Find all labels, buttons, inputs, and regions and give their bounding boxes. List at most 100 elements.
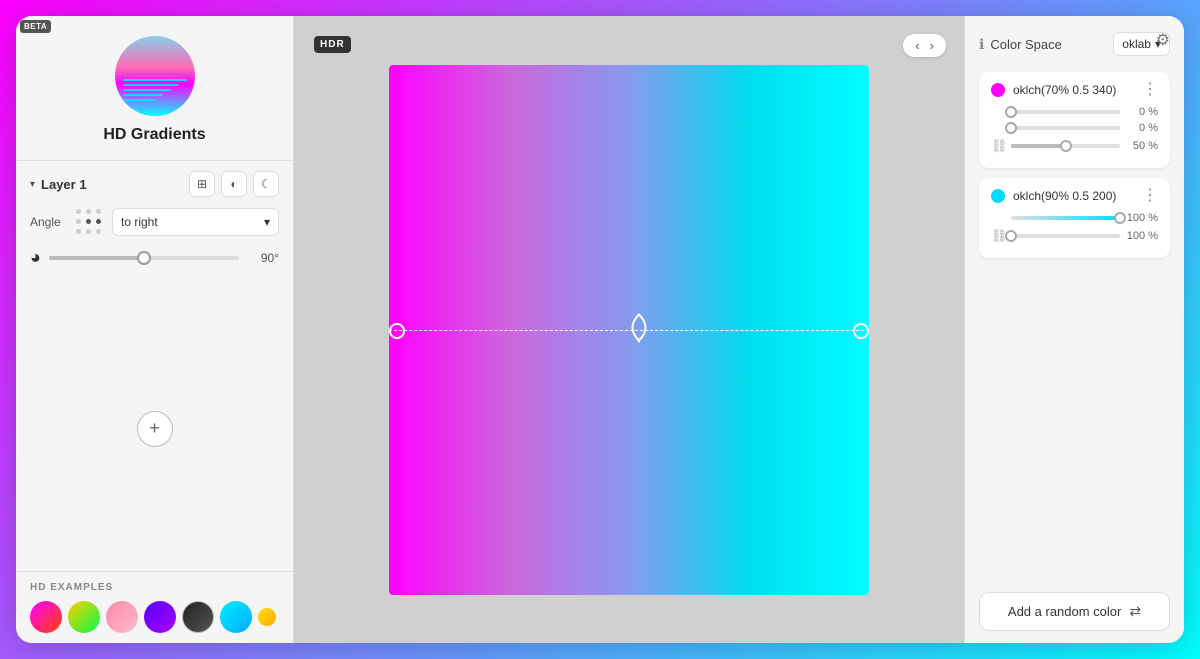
slider-value-1b: 0 %	[1126, 122, 1158, 134]
hdr-badge: HDR	[314, 36, 351, 53]
gradient-stop-right[interactable]	[853, 323, 869, 339]
example-circle-3[interactable]	[106, 601, 138, 633]
color-space-value: oklab	[1122, 37, 1151, 51]
right-panel: ⚙ ℹ Color Space oklab ▾ oklch(70% 0.5 34…	[964, 16, 1184, 643]
angle-label: Angle	[30, 215, 66, 229]
logo-lines	[123, 79, 187, 104]
dot-grid[interactable]	[74, 207, 104, 237]
dot-7	[76, 229, 81, 234]
examples-section: HD EXAMPLES	[16, 571, 293, 643]
slider-2b[interactable]	[1011, 234, 1120, 238]
slider-1a[interactable]	[1011, 110, 1120, 114]
layer-moon-icon[interactable]: ☾	[253, 171, 279, 197]
add-random-color-button[interactable]: Add a random color ⇄	[979, 592, 1170, 631]
app-logo	[115, 36, 195, 116]
color-space-label: Color Space	[990, 37, 1107, 52]
layer-chevron-icon[interactable]: ▾	[30, 179, 35, 190]
color-stop-2: oklch(90% 0.5 200) ⋮ 100 % ⛓ 100 %	[979, 178, 1170, 258]
direction-select[interactable]: to right ▾	[112, 208, 279, 236]
main-container: BETA HD Gradients ▾ Layer 1	[16, 16, 1184, 643]
slider-value-1c: 50 %	[1126, 140, 1158, 152]
info-icon[interactable]: ℹ	[979, 36, 984, 53]
slider-thumb-2a[interactable]	[1114, 212, 1126, 224]
layer-header: ▾ Layer 1 ⊞ ◐ ☾	[30, 171, 279, 197]
app-title: HD Gradients	[103, 126, 205, 144]
spacer	[979, 268, 1170, 592]
nav-prev-icon[interactable]: ‹	[913, 38, 921, 53]
add-color-label: Add a random color	[1008, 604, 1121, 619]
gear-icon[interactable]: ⚙	[1156, 30, 1170, 50]
slider-row-2b: ⛓ 100 %	[991, 228, 1158, 244]
midpoint-icon	[624, 312, 654, 342]
slider-value-1a: 0 %	[1126, 106, 1158, 118]
example-circle-2[interactable]	[68, 601, 100, 633]
angle-row: Angle to right ▾	[30, 207, 279, 237]
shuffle-icon: ⇄	[1129, 603, 1141, 620]
angle-slider-fill	[49, 256, 144, 260]
color-stop-1-header: oklch(70% 0.5 340) ⋮	[991, 82, 1158, 98]
slider-value-2a: 100 %	[1126, 212, 1158, 224]
slider-row-1b: 0 %	[991, 122, 1158, 134]
slider-thumb-1a[interactable]	[1005, 106, 1017, 118]
link-icon-2: ⛓	[991, 228, 1005, 244]
color-dot-1[interactable]	[991, 83, 1005, 97]
more-options-2[interactable]: ⋮	[1142, 188, 1158, 204]
color-value-1: oklch(70% 0.5 340)	[1013, 83, 1134, 97]
layer-title-row: ▾ Layer 1	[30, 177, 87, 192]
slider-1b[interactable]	[1011, 126, 1120, 130]
slider-2a[interactable]	[1011, 216, 1120, 220]
nav-arrows: ‹ ›	[903, 34, 946, 57]
slider-thumb-1b[interactable]	[1005, 122, 1017, 134]
angle-pie-icon: ◕	[30, 247, 41, 268]
direction-chevron-icon: ▾	[264, 215, 270, 229]
example-circle-5[interactable]	[182, 601, 214, 633]
color-value-2: oklch(90% 0.5 200)	[1013, 189, 1134, 203]
angle-slider-thumb[interactable]	[137, 251, 151, 265]
direction-value: to right	[121, 215, 158, 229]
slider-thumb-2b[interactable]	[1005, 230, 1017, 242]
angle-slider-track[interactable]	[49, 256, 239, 260]
slider-row-2a: 100 %	[991, 212, 1158, 224]
canvas-area: HDR ‹ ›	[294, 16, 964, 643]
logo-line-5	[123, 99, 156, 101]
slider-thumb-1c[interactable]	[1060, 140, 1072, 152]
color-space-row: ℹ Color Space oklab ▾	[979, 32, 1170, 56]
logo-line-3	[123, 89, 172, 91]
example-circle-6[interactable]	[220, 601, 252, 633]
logo-line-4	[123, 94, 164, 96]
layer-name: Layer 1	[41, 177, 87, 192]
color-dot-2[interactable]	[991, 189, 1005, 203]
color-stop-1: oklch(70% 0.5 340) ⋮ 0 % 0 %	[979, 72, 1170, 168]
sidebar: BETA HD Gradients ▾ Layer 1	[16, 16, 294, 643]
beta-badge: BETA	[20, 20, 51, 33]
angle-slider-row: ◕ 90°	[30, 247, 279, 268]
gradient-canvas[interactable]	[389, 65, 869, 595]
sidebar-header: HD Gradients	[16, 16, 293, 160]
gradient-stop-left[interactable]	[389, 323, 405, 339]
dot-4	[76, 219, 81, 224]
slider-row-1a: 0 %	[991, 106, 1158, 118]
nav-next-icon[interactable]: ›	[928, 38, 936, 53]
dot-9	[96, 229, 101, 234]
slider-1c[interactable]	[1011, 144, 1120, 148]
add-stop-button[interactable]: +	[137, 411, 173, 447]
example-circle-4[interactable]	[144, 601, 176, 633]
dot-8	[86, 229, 91, 234]
add-stop-area: +	[16, 286, 293, 571]
dot-3	[96, 209, 101, 214]
link-icon-1: ⛓	[991, 138, 1005, 154]
layer-section: ▾ Layer 1 ⊞ ◐ ☾ Angle	[16, 160, 293, 286]
dot-6-right	[96, 219, 101, 224]
example-circle-7[interactable]	[258, 608, 276, 626]
dot-5-center	[86, 219, 91, 224]
example-circle-1[interactable]	[30, 601, 62, 633]
layer-grid-icon[interactable]: ⊞	[189, 171, 215, 197]
layer-circle-icon[interactable]: ◐	[221, 171, 247, 197]
layer-icons: ⊞ ◐ ☾	[189, 171, 279, 197]
dot-1	[76, 209, 81, 214]
more-options-1[interactable]: ⋮	[1142, 82, 1158, 98]
color-stop-2-header: oklch(90% 0.5 200) ⋮	[991, 188, 1158, 204]
slider-value-2b: 100 %	[1126, 230, 1158, 242]
gradient-midpoint[interactable]	[624, 312, 654, 347]
dot-2	[86, 209, 91, 214]
